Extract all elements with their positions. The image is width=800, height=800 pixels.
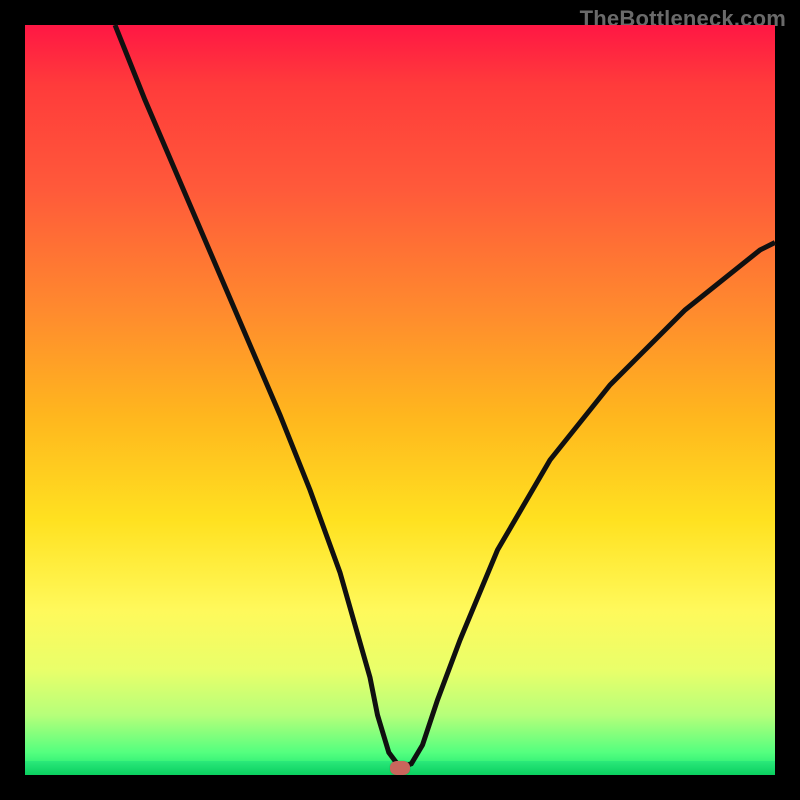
- optimal-point-marker: [390, 761, 410, 775]
- bottleneck-curve: [25, 25, 775, 775]
- curve-path: [115, 25, 775, 768]
- plot-area: [25, 25, 775, 775]
- chart-frame: TheBottleneck.com: [0, 0, 800, 800]
